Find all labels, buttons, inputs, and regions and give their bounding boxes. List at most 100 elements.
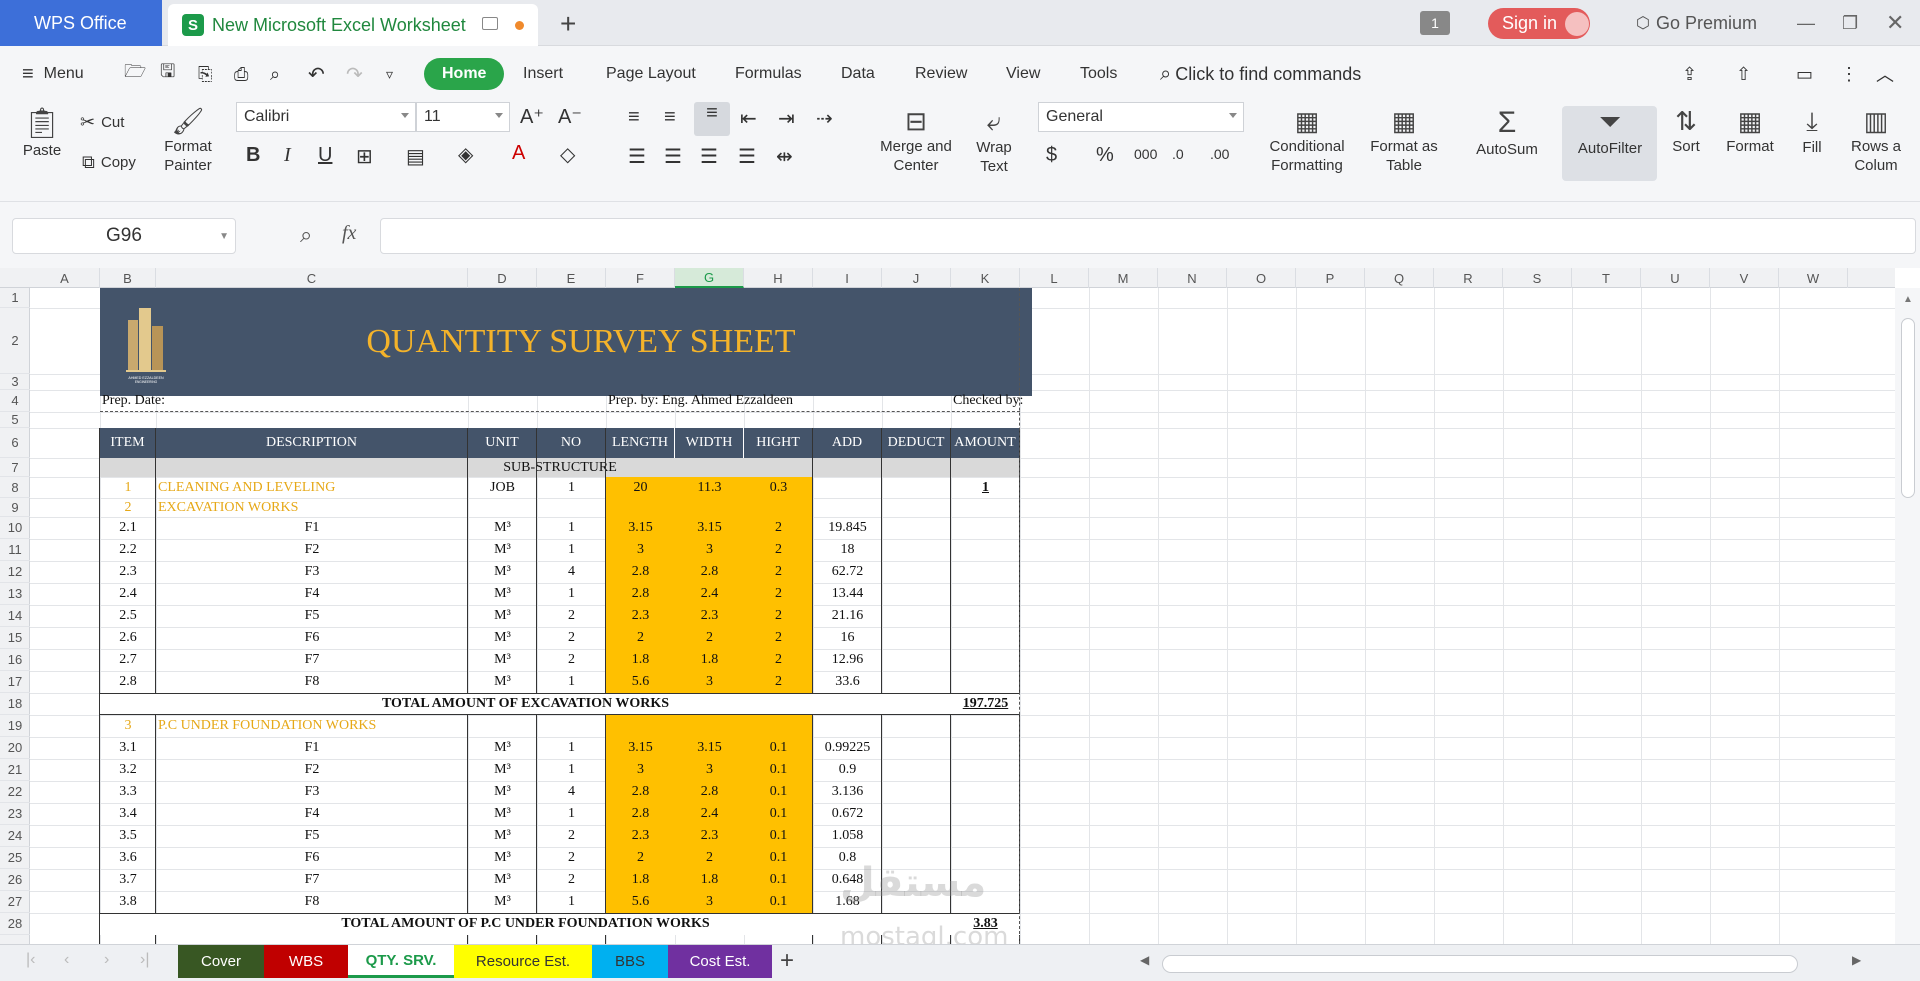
height-cell[interactable]: 0.1 [744,825,813,847]
length-cell[interactable]: 3 [606,759,675,781]
font-size-select[interactable]: 11 [416,102,510,132]
close-button[interactable]: ✕ [1886,0,1904,46]
unit-cell[interactable]: M³ [468,583,537,605]
format-painter-button[interactable]: 🖌︎ Format Painter [160,106,216,175]
length-cell[interactable]: 2.8 [606,803,675,825]
decrease-indent-icon[interactable]: ⇤ [740,106,757,131]
sort-button[interactable]: ⇅ Sort [1660,106,1712,156]
row-header-14[interactable]: 14 [0,605,30,627]
description-cell[interactable]: EXCAVATION WORKS [156,498,468,517]
total-label-cell[interactable]: TOTAL AMOUNT OF EXCAVATION WORKS [100,693,951,715]
row-header-22[interactable]: 22 [0,781,30,803]
sheet-tab-resource-est[interactable]: Resource Est. [454,945,592,978]
share-icon[interactable]: ⇪ [1682,46,1697,102]
column-header-f[interactable]: F [606,268,675,288]
total-amount-cell[interactable]: 197.725 [951,693,1020,715]
add-cell[interactable]: 13.44 [813,583,882,605]
row-header-23[interactable]: 23 [0,803,30,825]
width-cell[interactable]: 2 [675,847,744,869]
add-cell[interactable]: 1.058 [813,825,882,847]
last-sheet-icon[interactable]: ›| [140,951,149,969]
row-header-9[interactable]: 9 [0,498,30,517]
unit-cell[interactable]: M³ [468,847,537,869]
length-cell[interactable]: 1.8 [606,649,675,671]
autofilter-button[interactable]: ⏷ AutoFilter [1566,106,1654,158]
item-cell[interactable]: 2.6 [100,627,156,649]
print-preview-icon[interactable]: ⌕ [270,46,280,102]
column-header-v[interactable]: V [1710,268,1779,288]
column-header-b[interactable]: B [100,268,156,288]
height-cell[interactable]: 2 [744,605,813,627]
vertical-scroll-thumb[interactable] [1901,318,1915,498]
item-cell[interactable]: 2 [100,498,156,517]
column-header-q[interactable]: Q [1365,268,1434,288]
unit-cell[interactable]: M³ [468,759,537,781]
width-cell[interactable]: 3 [675,671,744,693]
description-cell[interactable]: F2 [156,539,468,561]
item-cell[interactable]: 3.4 [100,803,156,825]
description-cell[interactable]: F5 [156,605,468,627]
increase-decimal-icon[interactable]: .0 [1172,146,1184,162]
new-tab-button[interactable]: + [560,8,576,40]
width-cell[interactable]: 2.3 [675,825,744,847]
align-center-icon[interactable]: ☰ [664,144,682,169]
fill-button[interactable]: ⤓ Fill [1792,106,1832,157]
column-header-j[interactable]: J [882,268,951,288]
length-cell[interactable]: 3.15 [606,517,675,539]
height-cell[interactable]: 0.1 [744,803,813,825]
height-cell[interactable]: 0.1 [744,891,813,913]
menu-button[interactable]: ≡ Menu [22,46,84,102]
header-cell[interactable]: NO [537,428,606,458]
width-cell[interactable]: 3 [675,539,744,561]
add-cell[interactable]: 0.672 [813,803,882,825]
add-cell[interactable]: 18 [813,539,882,561]
no-cell[interactable]: 1 [537,759,606,781]
width-cell[interactable]: 2.4 [675,803,744,825]
vertical-scrollbar[interactable]: ▲ [1895,288,1920,944]
more-icon[interactable]: ⋮ [1840,46,1858,102]
header-cell[interactable]: WIDTH [675,428,744,458]
height-cell[interactable]: 2 [744,671,813,693]
sign-in-button[interactable]: Sign in [1488,8,1590,39]
row-header-28[interactable]: 28 [0,913,30,935]
no-cell[interactable]: 1 [537,477,606,498]
height-cell[interactable]: 2 [744,539,813,561]
item-cell[interactable]: 3 [100,715,156,737]
sheet-tab-bbs[interactable]: BBS [592,945,668,978]
font-family-select[interactable]: Calibri [236,102,416,132]
row-header-25[interactable]: 25 [0,847,30,869]
description-cell[interactable]: F8 [156,671,468,693]
width-cell[interactable]: 3.15 [675,737,744,759]
align-middle-icon[interactable]: ≡ [664,106,676,129]
description-cell[interactable]: F4 [156,803,468,825]
prep-date-cell[interactable]: Prep. Date: [100,390,606,412]
scroll-right-icon[interactable]: ▶ [1852,953,1861,967]
length-cell[interactable]: 2.8 [606,561,675,583]
column-header-p[interactable]: P [1296,268,1365,288]
description-cell[interactable]: F3 [156,561,468,583]
unit-cell[interactable]: M³ [468,561,537,583]
width-cell[interactable]: 2.8 [675,781,744,803]
unit-cell[interactable]: M³ [468,627,537,649]
add-cell[interactable]: 3.136 [813,781,882,803]
unit-cell[interactable]: M³ [468,737,537,759]
rows-columns-button[interactable]: ▥ Rows a Colum [1848,106,1904,175]
row-header-7[interactable]: 7 [0,458,30,477]
prep-by-cell[interactable]: Prep. by: Eng. Ahmed Ezzaldeen [606,390,951,412]
tab-data[interactable]: Data [841,46,875,102]
height-cell[interactable]: 2 [744,627,813,649]
cell-style-icon[interactable]: ▤ [406,144,425,169]
save-icon[interactable]: 🖫 [160,46,175,102]
description-cell[interactable]: F5 [156,825,468,847]
justify-icon[interactable]: ☰ [738,144,756,169]
no-cell[interactable]: 4 [537,781,606,803]
tab-home[interactable]: Home [424,58,505,90]
height-cell[interactable]: 0.1 [744,847,813,869]
description-cell[interactable]: F4 [156,583,468,605]
align-left-icon[interactable]: ☰ [628,144,646,169]
no-cell[interactable]: 1 [537,737,606,759]
item-cell[interactable]: 2.4 [100,583,156,605]
header-cell[interactable]: AMOUNT [951,428,1020,458]
unit-cell[interactable]: M³ [468,539,537,561]
font-color-icon[interactable]: A [512,142,525,165]
